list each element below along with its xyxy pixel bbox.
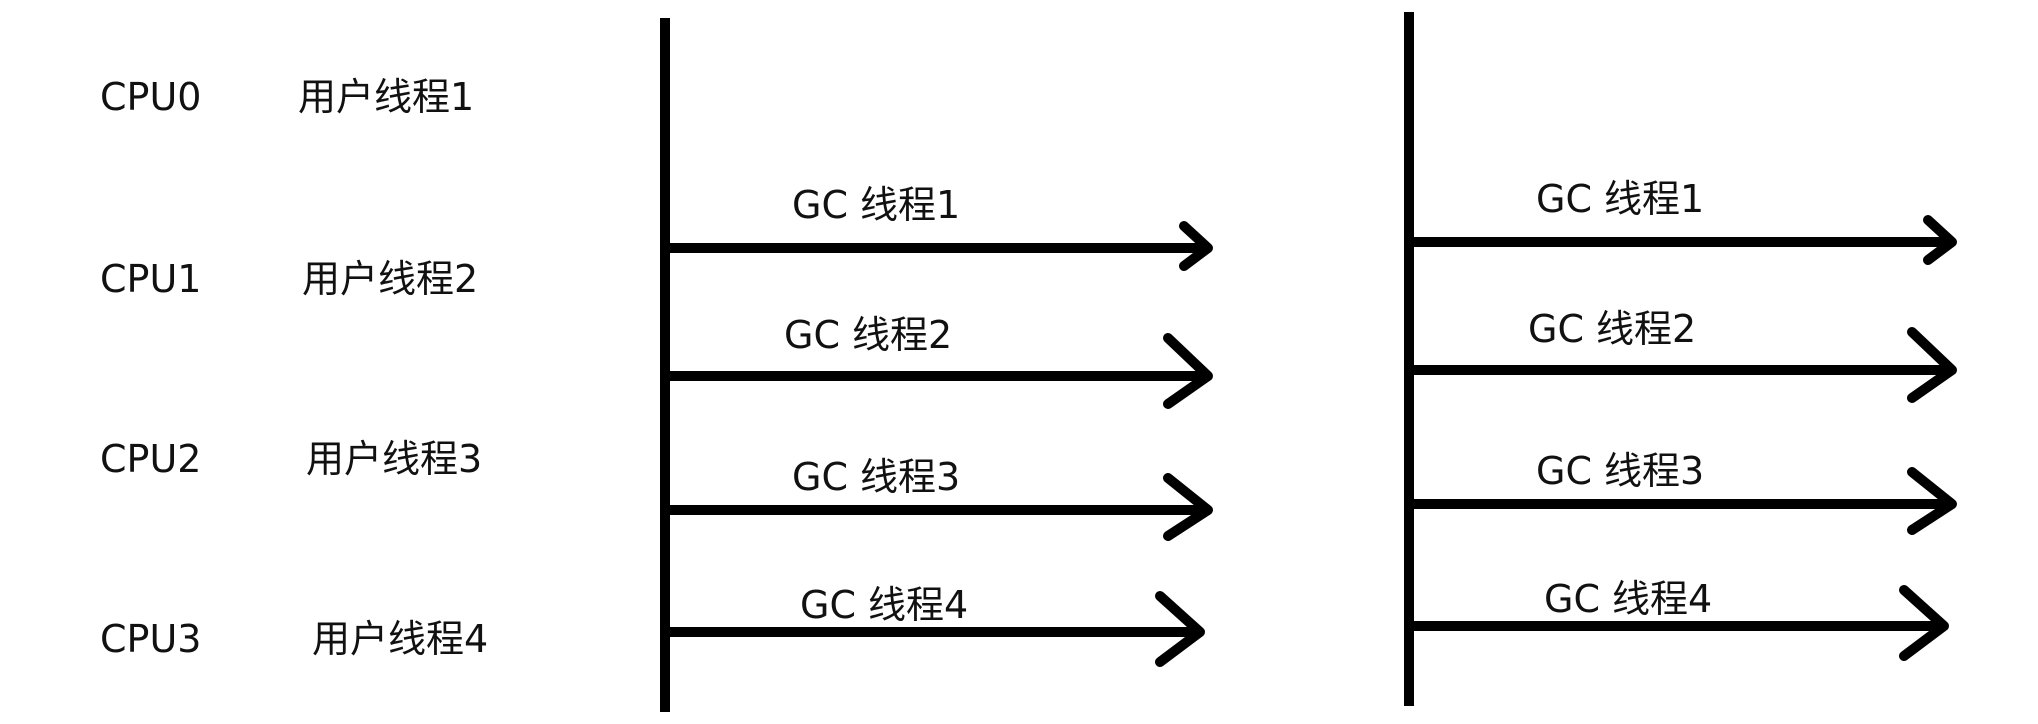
phase-2-gc-thread-label-3: GC 线程3 <box>1536 449 1704 493</box>
user-thread-label-2: 用户线程3 <box>306 437 482 481</box>
phase-2-gc-thread-label-1: GC 线程1 <box>1536 177 1704 221</box>
gc-phase-2: GC 线程1 GC 线程2 GC 线程3 GC 线程4 <box>1404 12 1957 706</box>
phase-2-gc-thread-label-4: GC 线程4 <box>1544 577 1712 621</box>
gc-phase-1: GC 线程1 GC 线程2 GC 线程3 GC 线程4 <box>660 18 1213 712</box>
user-thread-label-3: 用户线程4 <box>312 617 488 661</box>
phase-1-gc-thread-label-2: GC 线程2 <box>784 313 952 357</box>
phase-1-gc-thread-label-1: GC 线程1 <box>792 183 960 227</box>
user-thread-label-1: 用户线程2 <box>302 257 478 301</box>
phase-2-gc-thread-label-2: GC 线程2 <box>1528 307 1696 351</box>
cpu-label-2: CPU2 <box>100 437 201 481</box>
phase-1-gc-thread-label-4: GC 线程4 <box>800 583 968 627</box>
cpu-label-3: CPU3 <box>100 617 201 661</box>
cpu-label-1: CPU1 <box>100 257 201 301</box>
gc-thread-diagram: CPU0 用户线程1 CPU1 用户线程2 CPU2 用户线程3 CPU3 用户… <box>100 12 1957 712</box>
cpu-rows: CPU0 用户线程1 CPU1 用户线程2 CPU2 用户线程3 CPU3 用户… <box>100 75 488 661</box>
cpu-label-0: CPU0 <box>100 75 201 119</box>
user-thread-label-0: 用户线程1 <box>298 75 474 119</box>
phase-1-gc-thread-label-3: GC 线程3 <box>792 455 960 499</box>
